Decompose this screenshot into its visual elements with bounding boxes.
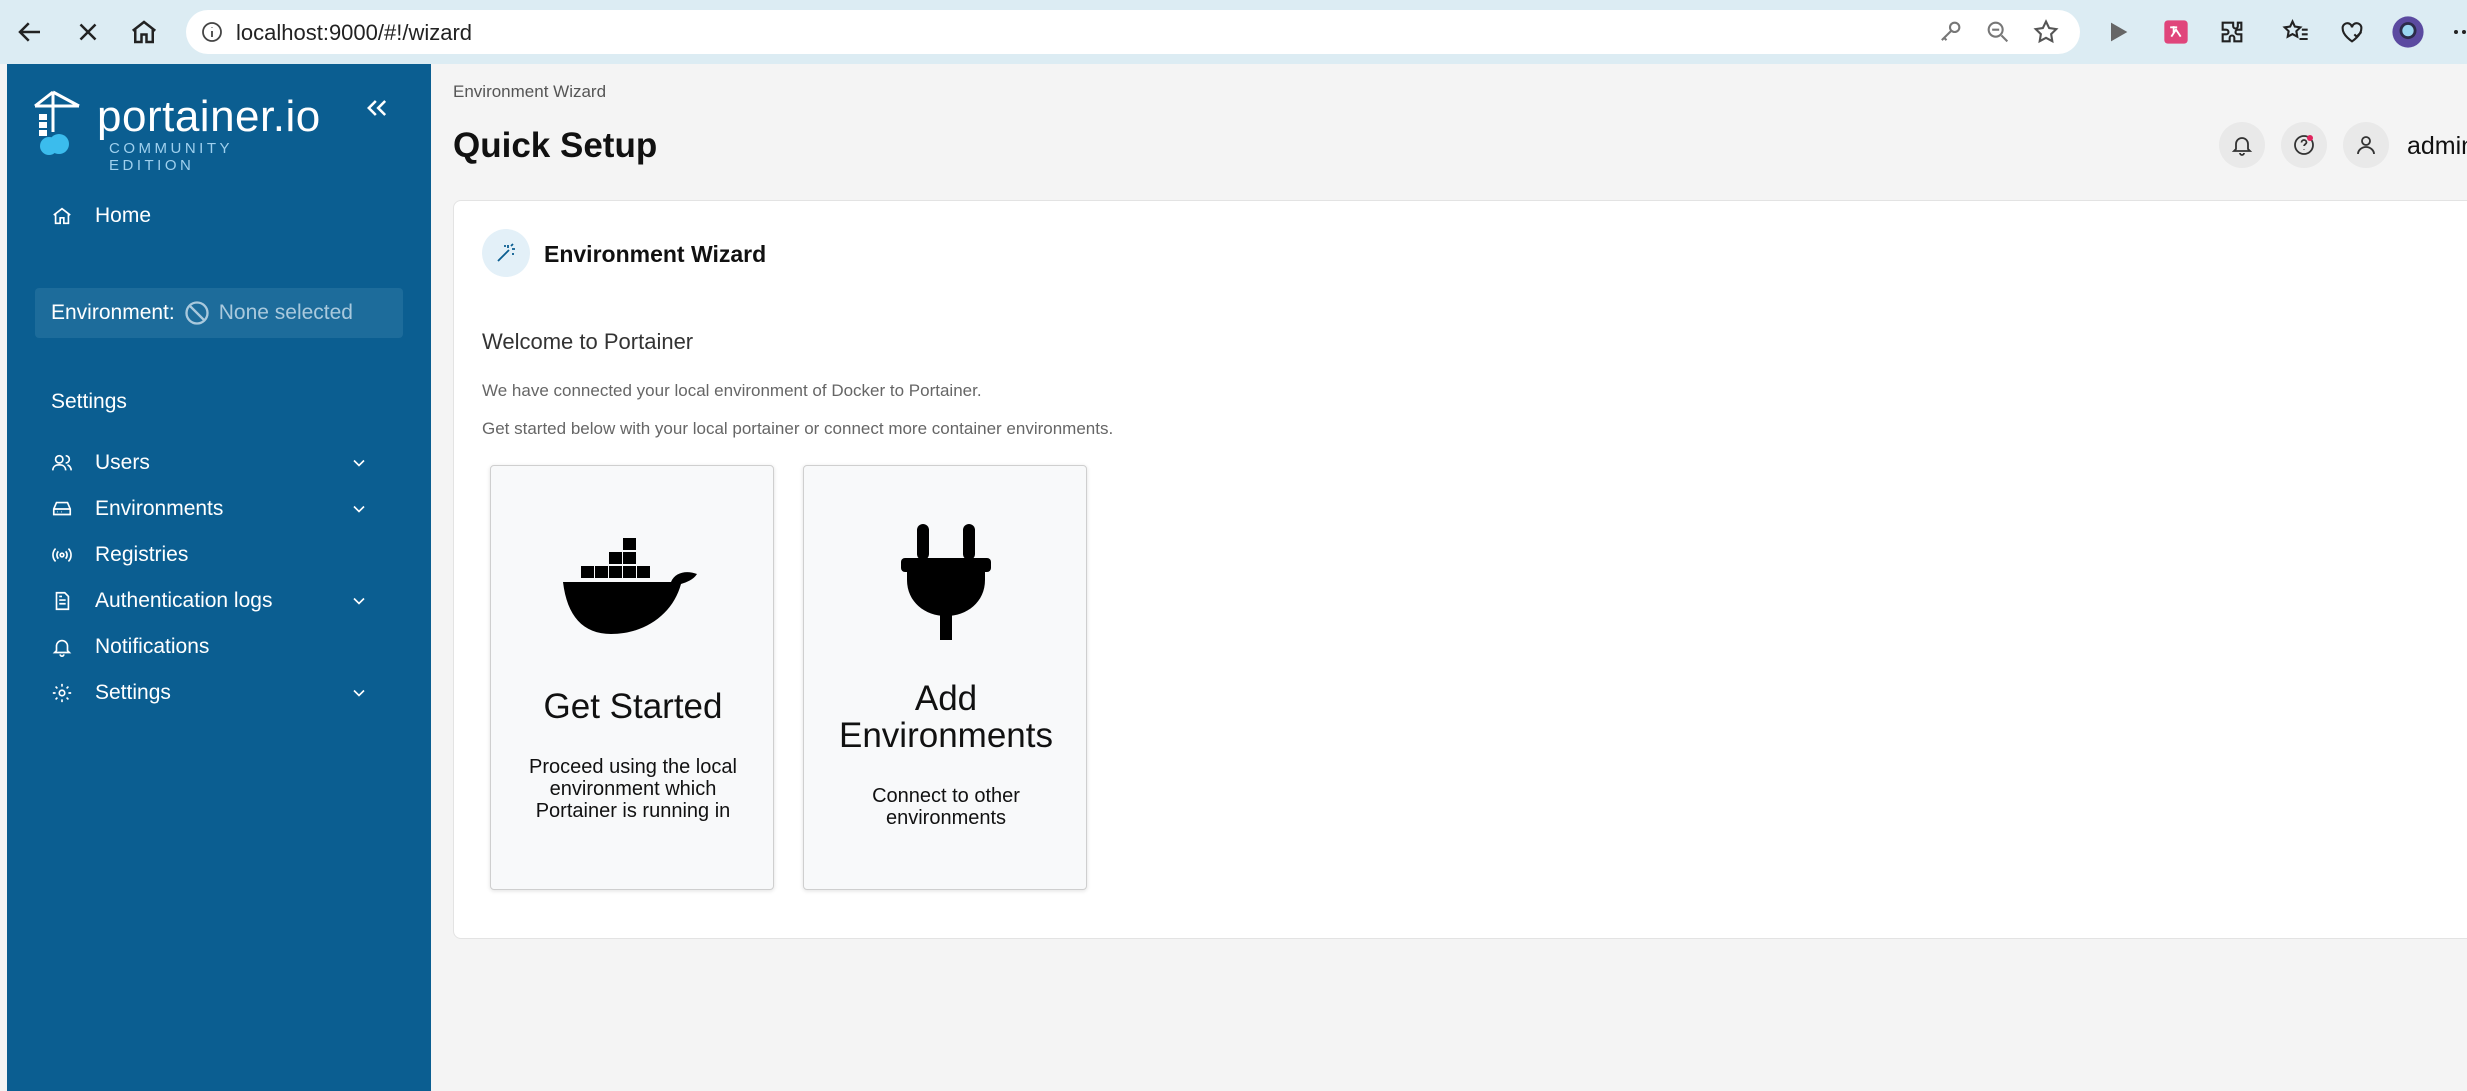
profile-avatar-icon[interactable] [2390,14,2426,50]
health-heart-icon[interactable] [2334,14,2370,50]
users-icon [52,454,72,471]
wand-icon [482,229,530,277]
translate-extension-icon[interactable] [2158,14,2194,50]
sidebar-item-users[interactable]: Users [51,446,403,480]
logo-text: portainer.io [97,92,321,141]
plug-icon [804,522,1088,642]
docker-whale-icon [491,532,775,640]
sidebar-item-authentication-logs[interactable]: Authentication logs [51,584,403,618]
sidebar-item-label: Home [95,204,152,227]
help-circle-icon [2294,135,2314,155]
sidebar-item-label: Environments [95,497,224,520]
zoom-out-icon[interactable] [1984,18,2012,46]
ban-icon [185,301,209,325]
close-icon [79,23,97,41]
environment-selector[interactable]: Environment: None selected [35,288,403,338]
page-title: Quick Setup [453,126,658,165]
environment-value: None selected [218,301,353,324]
back-button[interactable] [12,14,48,50]
main-content: Environment Wizard Quick Setup admin Env… [431,64,2467,1091]
sidebar-item-label: Notifications [95,635,210,658]
favorites-list-icon[interactable] [2278,14,2314,50]
gear-icon [52,683,72,703]
intro-text-1: We have connected your local environment… [482,381,982,400]
extensions-puzzle-icon[interactable] [2214,14,2250,50]
option-title: Add Environments [839,679,1053,755]
registries-icon [52,548,72,562]
sidebar-item-notifications[interactable]: Notifications [51,630,403,664]
option-title: Get Started [543,687,723,726]
sidebar: portainer.io COMMUNITY EDITION Home Envi… [7,64,431,1091]
option-description: Proceed using the local environment whic… [529,756,737,822]
user-icon [2357,136,2375,155]
intro-text-2: Get started below with your local portai… [482,419,1114,438]
info-icon[interactable] [200,20,224,44]
browser-toolbar: localhost:9000/#!/wizard [0,0,2467,64]
welcome-heading: Welcome to Portainer [482,329,694,354]
environments-icon [52,501,72,516]
bell-icon [52,639,72,657]
chevron-down-icon[interactable] [349,499,369,519]
user-name[interactable]: admin [2407,132,2467,161]
help-button[interactable] [2281,122,2327,168]
card-title: Environment Wizard [544,241,767,267]
back-arrow-icon [18,22,40,42]
get-started-option[interactable]: Get Started Proceed using the local envi… [490,465,774,890]
stop-loading-button[interactable] [70,14,106,50]
settings-section-title: Settings [51,390,127,413]
chevrons-left-icon [367,100,387,116]
sidebar-item-registries[interactable]: Registries [51,538,403,572]
environment-label: Environment: [51,301,175,324]
sidebar-item-label: Users [95,451,150,474]
chevron-down-icon[interactable] [349,591,369,611]
address-bar[interactable]: localhost:9000/#!/wizard [186,10,2080,54]
breadcrumb: Environment Wizard [453,82,607,101]
favorite-star-icon[interactable] [2032,18,2060,46]
chevron-down-icon[interactable] [349,683,369,703]
sidebar-item-settings[interactable]: Settings [51,676,403,710]
portainer-logo[interactable]: portainer.io COMMUNITY EDITION [31,88,321,174]
sidebar-item-label: Registries [95,543,189,566]
home-button[interactable] [126,14,162,50]
home-icon [53,207,71,225]
play-extension-icon[interactable] [2100,14,2136,50]
logo-subtitle: COMMUNITY EDITION [109,140,233,174]
option-description: Connect to other environments [872,785,1020,829]
sidebar-item-label: Settings [95,681,171,704]
sidebar-item-label: Authentication logs [95,589,273,612]
key-icon[interactable] [1936,18,1964,46]
notifications-button[interactable] [2219,122,2265,168]
chevron-down-icon[interactable] [349,453,369,473]
wizard-card: Environment Wizard Welcome to Portainer … [453,200,2467,939]
url-text[interactable]: localhost:9000/#!/wizard [236,20,472,46]
more-menu-icon[interactable] [2446,14,2467,50]
sidebar-item-environments[interactable]: Environments [51,492,403,526]
collapse-sidebar-button[interactable] [359,90,395,126]
user-menu-button[interactable] [2343,122,2389,168]
add-environments-option[interactable]: Add Environments Connect to other enviro… [803,465,1087,890]
bell-icon [2231,137,2253,156]
home-icon [131,20,157,44]
portainer-crane-icon [34,90,80,155]
sidebar-item-home[interactable]: Home [51,200,151,232]
file-text-icon [55,591,70,611]
